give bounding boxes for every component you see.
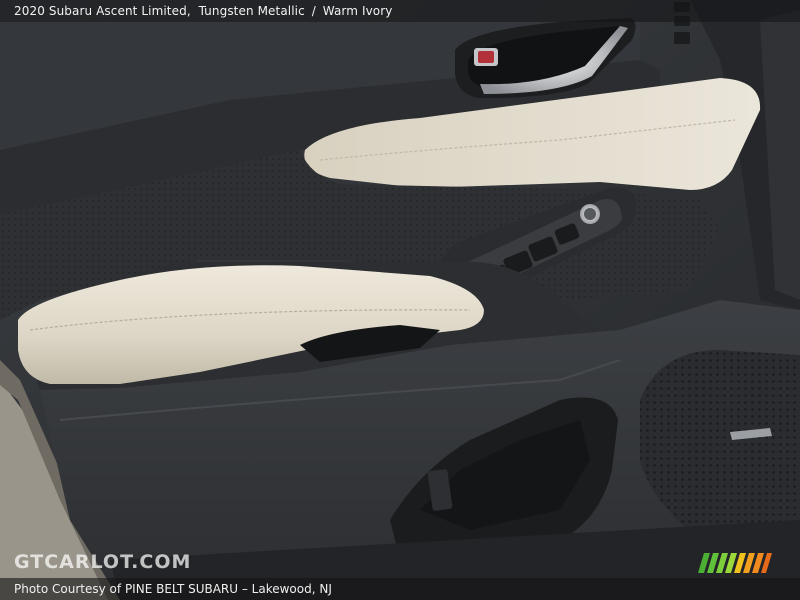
exterior-color: Tungsten Metallic bbox=[198, 4, 305, 18]
photo-credit: Photo Courtesy of PINE BELT SUBARU – Lak… bbox=[14, 582, 332, 596]
interior-color: Warm Ivory bbox=[322, 4, 393, 18]
brand-stripes-icon bbox=[698, 553, 772, 573]
caption-bar: 2020 Subaru Ascent Limited, Tungsten Met… bbox=[0, 0, 800, 22]
watermark-logo: GTCARLOT.COM bbox=[14, 551, 192, 573]
photo-viewer: 2020 Subaru Ascent Limited, Tungsten Met… bbox=[0, 0, 800, 600]
photo-caption: 2020 Subaru Ascent Limited, Tungsten Met… bbox=[14, 4, 392, 18]
door-interior-photo bbox=[0, 0, 800, 600]
caption-separator: / bbox=[311, 4, 316, 18]
vehicle-name: 2020 Subaru Ascent Limited, bbox=[14, 4, 191, 18]
